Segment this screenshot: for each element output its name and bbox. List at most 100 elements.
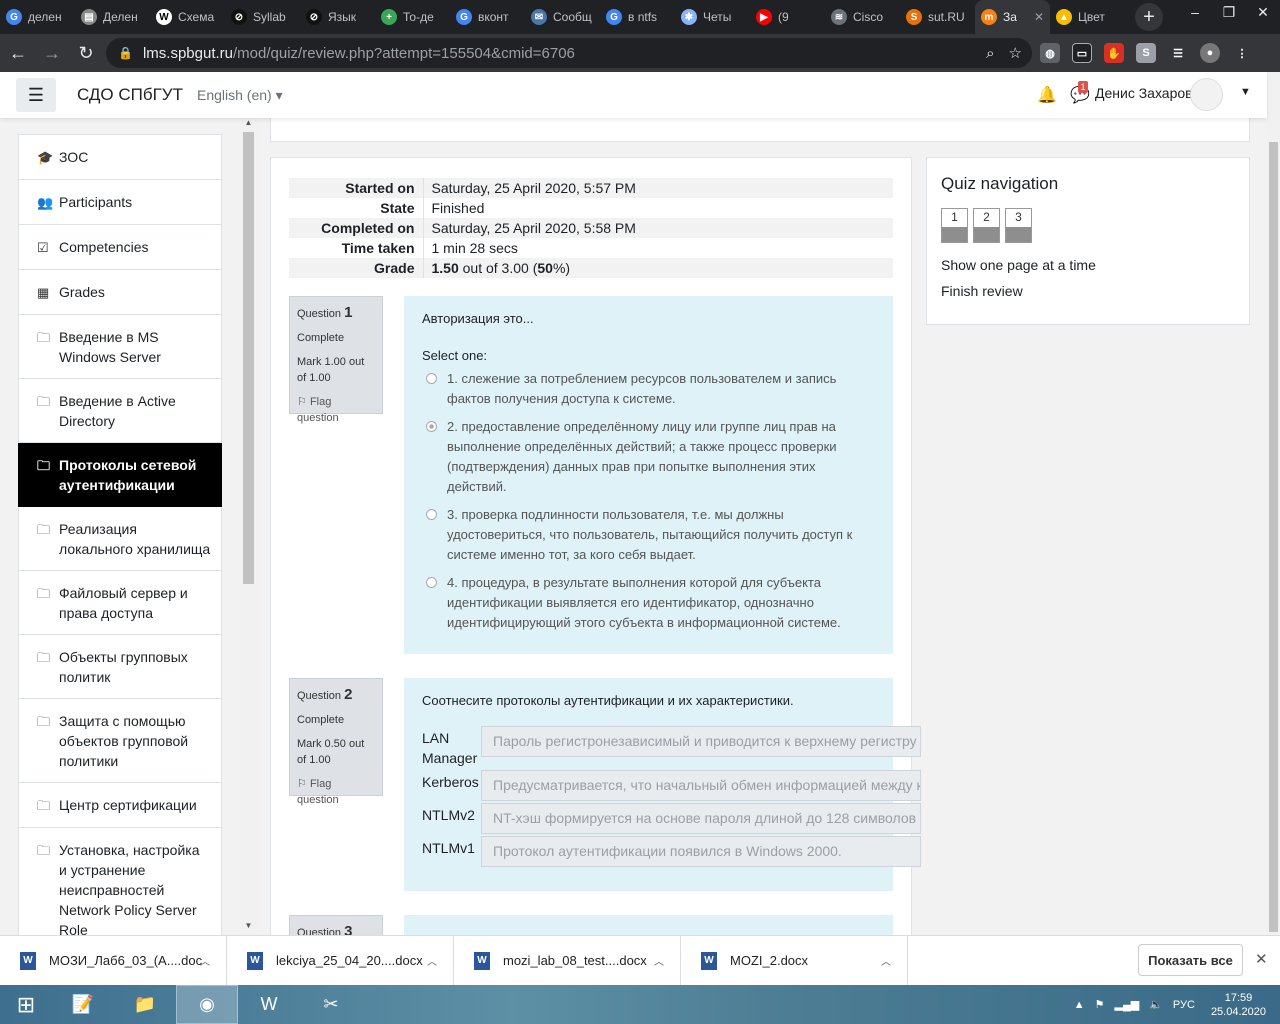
maximize-button[interactable]: ❐ xyxy=(1212,0,1246,24)
browser-tab[interactable]: ▤ Делен xyxy=(75,0,150,34)
avatar[interactable] xyxy=(1190,78,1223,111)
browser-tab[interactable]: ▶ (9 xyxy=(750,0,825,34)
new-tab-button[interactable]: + xyxy=(1135,3,1163,31)
sidebar-scrollbar[interactable]: ▲ ▼ xyxy=(240,118,257,935)
sidebar-scrollbar-thumb[interactable] xyxy=(243,132,254,584)
show-all-downloads-button[interactable]: Показать все xyxy=(1138,944,1243,976)
chevron-up-icon[interactable]: ︿ xyxy=(427,953,437,968)
zoom-icon[interactable]: ⌕ xyxy=(986,45,994,62)
sidebar-item[interactable]: ☑ Competencies xyxy=(18,225,222,270)
browser-tab[interactable]: Gвконт xyxy=(450,0,525,34)
media-playlist-icon[interactable]: ☰ xyxy=(1168,43,1188,63)
minimize-button[interactable]: – xyxy=(1178,0,1212,24)
sidebar-item[interactable]: 🗀 Реализация локального хранилища xyxy=(18,507,222,571)
question-number: Question 1 xyxy=(297,304,353,321)
s-extension-icon[interactable]: S xyxy=(1136,43,1156,63)
download-item[interactable]: Wmozi_lab_08_test....docx ︿ xyxy=(454,935,681,986)
browser-tab[interactable]: ⊘ Syllab xyxy=(225,0,300,34)
bookmark-star-icon[interactable]: ☆ xyxy=(1009,44,1022,62)
flag-question-link[interactable]: ⚐ Flag question xyxy=(297,776,375,808)
chrome-icon[interactable]: ◉ xyxy=(176,985,238,1024)
answer-radio[interactable] xyxy=(426,577,437,588)
browser-tab[interactable]: m За ✕ xyxy=(975,0,1050,34)
page-scrollbar[interactable] xyxy=(1267,72,1280,935)
answer-radio[interactable] xyxy=(426,509,437,520)
windows-start-icon[interactable]: ⊞ xyxy=(0,985,52,1024)
site-name[interactable]: СДО СПбГУТ xyxy=(77,85,183,105)
sidebar-item[interactable]: 🗀 Введение в MS Windows Server xyxy=(18,315,222,379)
more-menu-icon[interactable]: ⋮ xyxy=(1232,43,1252,63)
close-window-button[interactable]: ✕ xyxy=(1246,0,1280,24)
sidebar-item[interactable]: 🗀 Файловый сервер и права доступа xyxy=(18,571,222,635)
word-icon[interactable]: W xyxy=(238,985,300,1024)
chevron-up-icon[interactable]: ︿ xyxy=(200,953,210,968)
flag-question-link[interactable]: ⚐ Flag question xyxy=(297,394,375,426)
match-select[interactable]: Пароль регистронезависимый и приводится … xyxy=(481,726,921,757)
match-select[interactable]: Протокол аутентификации появился в Windo… xyxy=(481,836,921,867)
browser-tab[interactable]: + То-де xyxy=(375,0,450,34)
language-menu[interactable]: English (en) ▾ xyxy=(197,87,283,104)
browser-tab[interactable]: Gв ntfs xyxy=(600,0,675,34)
quiz-nav-button[interactable]: 1 xyxy=(941,208,968,243)
close-downloads-icon[interactable]: ✕ xyxy=(1255,950,1268,968)
profile-avatar-icon[interactable]: ● xyxy=(1200,43,1220,63)
lock-icon[interactable]: 🔒 xyxy=(118,46,133,60)
vr-extension-icon[interactable]: ▭ xyxy=(1072,43,1092,63)
flag-tray-icon[interactable]: ⚑ xyxy=(1095,998,1105,1011)
answer-radio[interactable] xyxy=(426,373,437,384)
notepad-icon[interactable]: 📝 xyxy=(52,985,114,1024)
sidebar-item[interactable]: ▦ Grades xyxy=(18,270,222,315)
download-item[interactable]: W МОЗИ_Лаб6_03_(А....doc ︿ xyxy=(0,935,227,986)
previous-section-card xyxy=(270,118,1250,142)
network-icon[interactable]: ▂▄▆ xyxy=(1114,998,1139,1011)
match-select[interactable]: Предусматривается, что начальный обмен и… xyxy=(481,770,921,801)
sidebar-item[interactable]: 🗀 Защита с помощью объектов групповой пол… xyxy=(18,699,222,783)
tab-close-icon[interactable]: ✕ xyxy=(1034,10,1044,24)
reload-button[interactable]: ↻ xyxy=(70,37,102,69)
browser-tab[interactable]: W Схема xyxy=(150,0,225,34)
match-select[interactable]: NT-хэш формируется на основе пароля длин… xyxy=(481,803,921,834)
globe-extension-icon[interactable]: ◍ xyxy=(1040,43,1060,63)
forward-button[interactable]: → xyxy=(36,37,68,69)
snipping-tool-icon[interactable]: ✂ xyxy=(300,985,362,1024)
show-one-page-link[interactable]: Show one page at a time xyxy=(941,257,1235,273)
input-language[interactable]: РУС xyxy=(1173,999,1195,1011)
sidebar-item[interactable]: 🎓 ЗОС xyxy=(18,134,222,180)
back-button[interactable]: ← xyxy=(2,37,34,69)
sidebar-item[interactable]: 🗀 Центр сертификации xyxy=(18,783,222,828)
browser-tab[interactable]: Gделен xyxy=(0,0,75,34)
tray-expand-icon[interactable]: ▲ xyxy=(1074,999,1085,1011)
user-name[interactable]: Денис Захаров xyxy=(1095,85,1193,101)
answer-radio[interactable] xyxy=(426,421,437,432)
browser-tab[interactable]: ▲ Цвет xyxy=(1050,0,1125,34)
browser-tab[interactable]: ≋ Cisco xyxy=(825,0,900,34)
finish-review-link[interactable]: Finish review xyxy=(941,283,1235,299)
download-item[interactable]: Wlekciya_25_04_20....docx ︿ xyxy=(227,935,454,986)
file-explorer-icon[interactable]: 📁 xyxy=(114,985,176,1024)
download-item[interactable]: W MOZI_2.docx ︿ xyxy=(681,935,908,986)
sidebar-item[interactable]: 🗀 Протоколы сетевой аутентификации xyxy=(18,443,222,507)
chevron-up-icon[interactable]: ︿ xyxy=(654,953,664,968)
browser-tab[interactable]: ✱ Четы xyxy=(675,0,750,34)
sidebar-item[interactable]: 🗀 Установка, настройка и устранение неисп… xyxy=(18,828,222,935)
page-scrollbar-thumb[interactable] xyxy=(1269,142,1278,932)
sidebar-item[interactable]: 🗀 Введение в Active Directory xyxy=(18,379,222,443)
sidebar-item[interactable]: 👥 Participants xyxy=(18,180,222,225)
browser-tab[interactable]: ⊘ Язык xyxy=(300,0,375,34)
browser-tab-strip: Gделен ▤ Делен W Схема ⊘ Syllab ⊘ Язык + То-де Gвко… xyxy=(0,0,1280,34)
address-bar[interactable]: 🔒 lms.spbgut.ru/mod/quiz/review.php?atte… xyxy=(106,38,1032,68)
bell-icon[interactable]: 🔔 xyxy=(1037,85,1057,105)
browser-tab[interactable]: Ssut.RU xyxy=(900,0,975,34)
sidebar-item[interactable]: 🗀 Объекты групповых политик xyxy=(18,635,222,699)
scroll-down-arrow-icon[interactable]: ▼ xyxy=(240,921,257,935)
volume-icon[interactable]: 🔈 xyxy=(1149,998,1163,1011)
quiz-nav-button[interactable]: 3 xyxy=(1005,208,1032,243)
quiz-nav-button[interactable]: 2 xyxy=(973,208,1000,243)
user-menu-caret-icon[interactable]: ▼ xyxy=(1240,86,1251,98)
chevron-up-icon[interactable]: ︿ xyxy=(881,953,891,968)
browser-tab[interactable]: ✉ Сообщ xyxy=(525,0,600,34)
adblock-icon[interactable]: ✋ xyxy=(1104,43,1124,63)
scroll-up-arrow-icon[interactable]: ▲ xyxy=(240,118,257,132)
menu-toggle-button[interactable]: ☰ xyxy=(16,78,56,112)
clock[interactable]: 17:59 25.04.2020 xyxy=(1211,991,1266,1019)
